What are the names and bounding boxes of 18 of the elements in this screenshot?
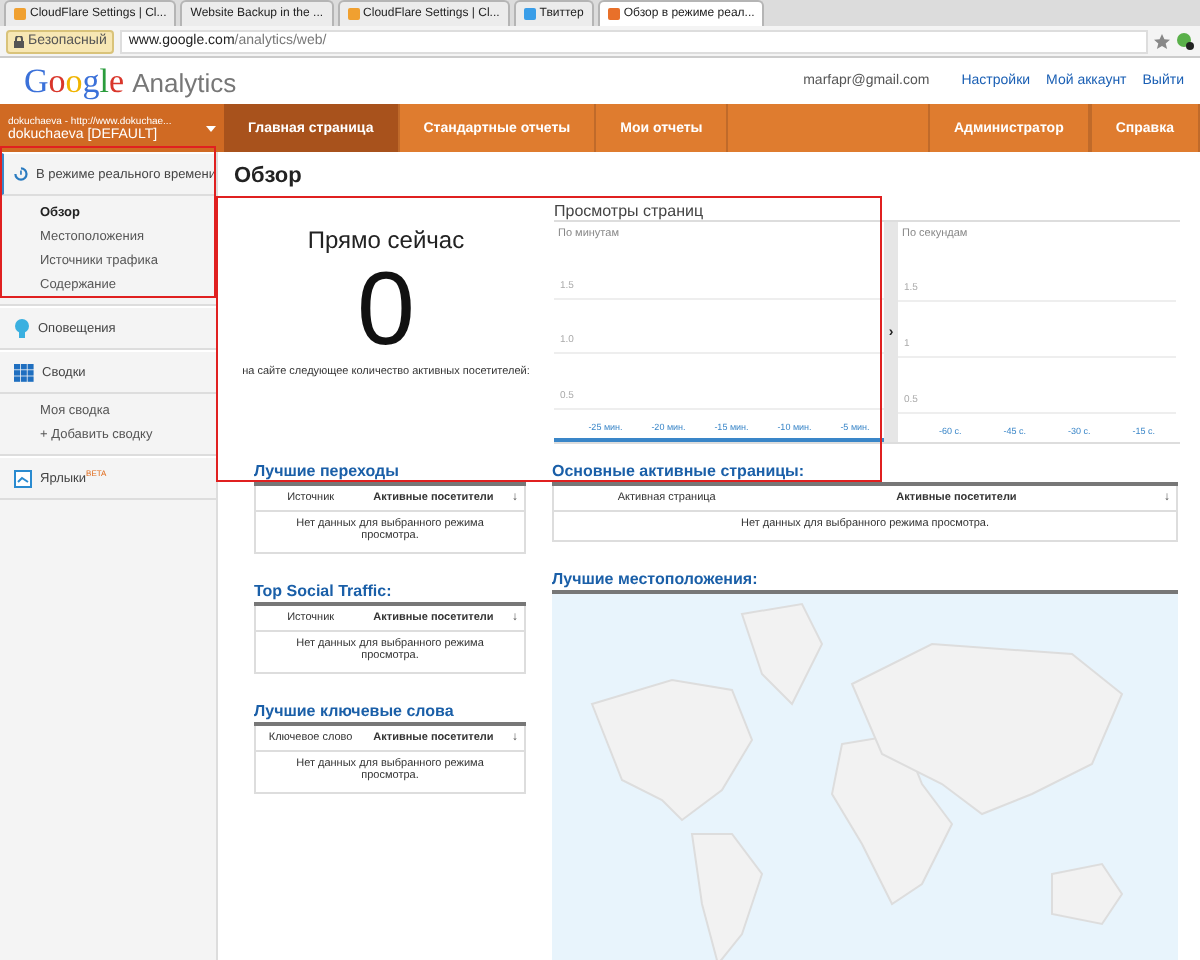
lock-icon [14, 35, 24, 47]
product-name: Analytics [132, 67, 237, 97]
refresh-icon [14, 164, 28, 184]
star-icon[interactable] [1154, 33, 1170, 49]
table-title: Лучшие переходы [254, 462, 526, 486]
lightbulb-icon [14, 318, 30, 338]
page-title: Обзор [234, 162, 304, 192]
chart-title: Просмотры страниц [554, 202, 706, 220]
caret-icon [206, 125, 216, 131]
extension-icon[interactable] [1176, 32, 1194, 50]
visitor-count: 0 [357, 254, 415, 366]
grid-icon [14, 363, 34, 381]
now-title: Прямо сейчас [307, 226, 465, 254]
logo-wordmark[interactable]: Google [24, 61, 125, 101]
table-title: Лучшие ключевые слова [254, 702, 526, 726]
table-title: Top Social Traffic: [254, 582, 526, 606]
shortcut-icon [14, 469, 32, 487]
table-title: Основные активные страницы: [552, 462, 1178, 486]
